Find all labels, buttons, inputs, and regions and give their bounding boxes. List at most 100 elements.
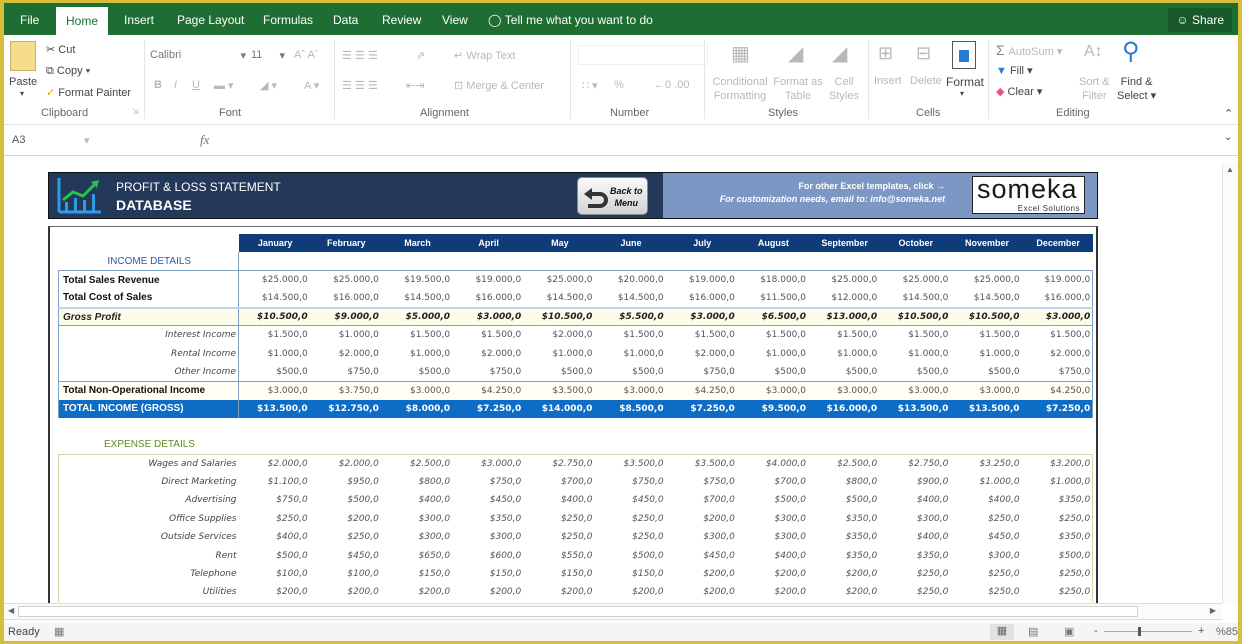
value-cell[interactable]: $250,0 bbox=[1021, 583, 1094, 602]
value-cell[interactable]: $1.000,0 bbox=[950, 344, 1021, 362]
value-cell[interactable]: $300,0 bbox=[879, 510, 950, 528]
value-cell[interactable]: $450,0 bbox=[310, 546, 381, 564]
value-cell[interactable]: $200,0 bbox=[381, 583, 452, 601]
borders-button[interactable]: ▬ ▾ bbox=[214, 79, 234, 92]
value-cell[interactable]: $600,0 bbox=[452, 546, 523, 564]
value-cell[interactable]: $500,0 bbox=[381, 363, 452, 381]
bold-button[interactable]: B bbox=[154, 79, 162, 91]
value-cell[interactable]: $350,0 bbox=[808, 528, 879, 546]
empty-cell[interactable] bbox=[808, 436, 879, 454]
value-cell[interactable]: $2.000,0 bbox=[310, 344, 381, 362]
value-cell[interactable]: $450,0 bbox=[594, 491, 665, 509]
value-cell[interactable]: $400,0 bbox=[879, 528, 950, 546]
value-cell[interactable]: $1.500,0 bbox=[737, 326, 808, 344]
orientation-icon[interactable]: ⇗ bbox=[416, 49, 425, 62]
value-cell[interactable]: $500,0 bbox=[594, 546, 665, 564]
sort-filter-button[interactable]: Sort & Filter bbox=[1079, 75, 1110, 103]
empty-cell[interactable] bbox=[452, 436, 523, 454]
value-cell[interactable]: $2.000,0 bbox=[452, 344, 523, 362]
value-cell[interactable]: $250,0 bbox=[950, 583, 1021, 601]
value-cell[interactable]: $1.000,0 bbox=[879, 344, 950, 362]
paste-button[interactable]: Paste bbox=[9, 76, 37, 88]
zoom-level[interactable]: %85 bbox=[1216, 626, 1238, 638]
row-label[interactable]: Advertising bbox=[58, 491, 239, 510]
value-cell[interactable]: $3.000,0 bbox=[380, 380, 453, 400]
tab-review[interactable]: Review bbox=[372, 3, 431, 35]
value-cell[interactable]: $500,0 bbox=[879, 363, 950, 381]
row-label[interactable]: Utilities bbox=[58, 583, 239, 602]
value-cell[interactable]: $25.000,0 bbox=[950, 270, 1022, 290]
value-cell[interactable]: $2.000,0 bbox=[523, 326, 594, 344]
value-cell[interactable]: $4.250,0 bbox=[452, 380, 524, 400]
format-cells-button[interactable]: Format bbox=[946, 75, 984, 89]
value-cell[interactable]: $3.000,0 bbox=[237, 380, 310, 400]
grow-font-icon[interactable]: Aˆ Aˇ bbox=[294, 49, 318, 61]
font-name-select[interactable]: Calibri ▾ bbox=[150, 49, 246, 62]
value-cell[interactable]: $3.000,0 bbox=[808, 380, 880, 400]
value-cell[interactable]: $400,0 bbox=[523, 491, 594, 509]
tab-file[interactable]: File bbox=[10, 3, 49, 35]
worksheet[interactable]: PROFIT & LOSS STATEMENT DATABASE Back to… bbox=[4, 163, 1222, 606]
row-label[interactable]: Rent bbox=[58, 546, 239, 565]
value-cell[interactable]: $750,0 bbox=[666, 473, 737, 491]
value-cell[interactable]: $250,0 bbox=[523, 510, 594, 528]
value-cell[interactable]: $750,0 bbox=[310, 363, 381, 381]
conditional-formatting-button[interactable]: Conditional Formatting bbox=[709, 75, 771, 103]
value-cell[interactable]: $750,0 bbox=[452, 473, 523, 491]
value-cell[interactable]: $300,0 bbox=[950, 546, 1021, 564]
value-cell[interactable]: $3.250,0 bbox=[950, 453, 1022, 473]
value-cell[interactable]: $200,0 bbox=[666, 583, 737, 601]
value-cell[interactable]: $250,0 bbox=[594, 528, 665, 546]
font-color-button[interactable]: A ▾ bbox=[304, 79, 319, 92]
value-cell[interactable]: $25.000,0 bbox=[523, 270, 595, 290]
row-label[interactable]: Wages and Salaries bbox=[58, 453, 239, 473]
tell-me-search[interactable]: ◯ Tell me what you want to do bbox=[488, 3, 653, 35]
horizontal-scrollbar[interactable]: ◀ ▶ bbox=[4, 603, 1222, 620]
value-cell[interactable]: $500,0 bbox=[808, 491, 879, 509]
value-cell[interactable]: $200,0 bbox=[666, 510, 737, 528]
value-cell[interactable]: $250,0 bbox=[879, 583, 950, 601]
value-cell[interactable]: $250,0 bbox=[1021, 564, 1094, 584]
value-cell[interactable]: $700,0 bbox=[737, 473, 808, 491]
zoom-slider[interactable] bbox=[1104, 631, 1192, 632]
empty-cell[interactable] bbox=[808, 252, 879, 270]
row-label[interactable]: Total Non-Operational Income bbox=[58, 380, 239, 400]
value-cell[interactable]: $1.000,0 bbox=[737, 344, 808, 362]
copy-button[interactable]: ⧉ Copy ▾ bbox=[46, 65, 90, 78]
share-button[interactable]: ☺ Share bbox=[1168, 8, 1232, 32]
value-cell[interactable]: $3.000,0 bbox=[1021, 306, 1094, 327]
empty-cell[interactable] bbox=[950, 436, 1021, 454]
row-label[interactable]: Gross Profit bbox=[58, 306, 239, 327]
format-painter-button[interactable]: ✓ Format Painter bbox=[46, 86, 131, 99]
value-cell[interactable]: $350,0 bbox=[1021, 491, 1094, 510]
value-cell[interactable]: $2.750,0 bbox=[879, 453, 951, 473]
value-cell[interactable]: $1.000,0 bbox=[381, 344, 452, 362]
value-cell[interactable]: $300,0 bbox=[737, 510, 808, 528]
value-cell[interactable]: $300,0 bbox=[737, 528, 808, 546]
value-cell[interactable]: $400,0 bbox=[950, 491, 1021, 509]
value-cell[interactable]: $14.500,0 bbox=[879, 289, 950, 307]
empty-cell[interactable] bbox=[1022, 252, 1093, 270]
value-cell[interactable]: $19.000,0 bbox=[665, 270, 737, 290]
name-box[interactable]: A3 bbox=[12, 134, 25, 146]
value-cell[interactable]: $250,0 bbox=[950, 565, 1021, 583]
value-cell[interactable]: $200,0 bbox=[666, 565, 737, 583]
value-cell[interactable]: $150,0 bbox=[523, 565, 594, 583]
value-cell[interactable]: $950,0 bbox=[310, 473, 381, 491]
fill-button[interactable]: ▼ Fill ▾ bbox=[996, 64, 1033, 77]
value-cell[interactable]: $3.000,0 bbox=[665, 306, 737, 327]
value-cell[interactable]: $1.500,0 bbox=[237, 325, 310, 345]
value-cell[interactable]: $1.000,0 bbox=[950, 473, 1021, 491]
value-cell[interactable]: $9.500,0 bbox=[736, 399, 808, 418]
value-cell[interactable]: $19.000,0 bbox=[452, 270, 524, 290]
row-label[interactable]: Office Supplies bbox=[58, 509, 239, 528]
empty-cell[interactable] bbox=[737, 252, 808, 270]
value-cell[interactable]: $1.500,0 bbox=[452, 326, 523, 344]
value-cell[interactable]: $1.000,0 bbox=[808, 344, 879, 362]
value-cell[interactable]: $16.000,0 bbox=[666, 289, 737, 307]
value-cell[interactable]: $2.750,0 bbox=[523, 453, 595, 473]
value-cell[interactable]: $8.000,0 bbox=[380, 399, 453, 418]
value-cell[interactable]: $12.000,0 bbox=[808, 289, 879, 307]
value-cell[interactable]: $500,0 bbox=[237, 362, 310, 382]
cell-styles-button[interactable]: Cell Styles bbox=[824, 75, 864, 103]
